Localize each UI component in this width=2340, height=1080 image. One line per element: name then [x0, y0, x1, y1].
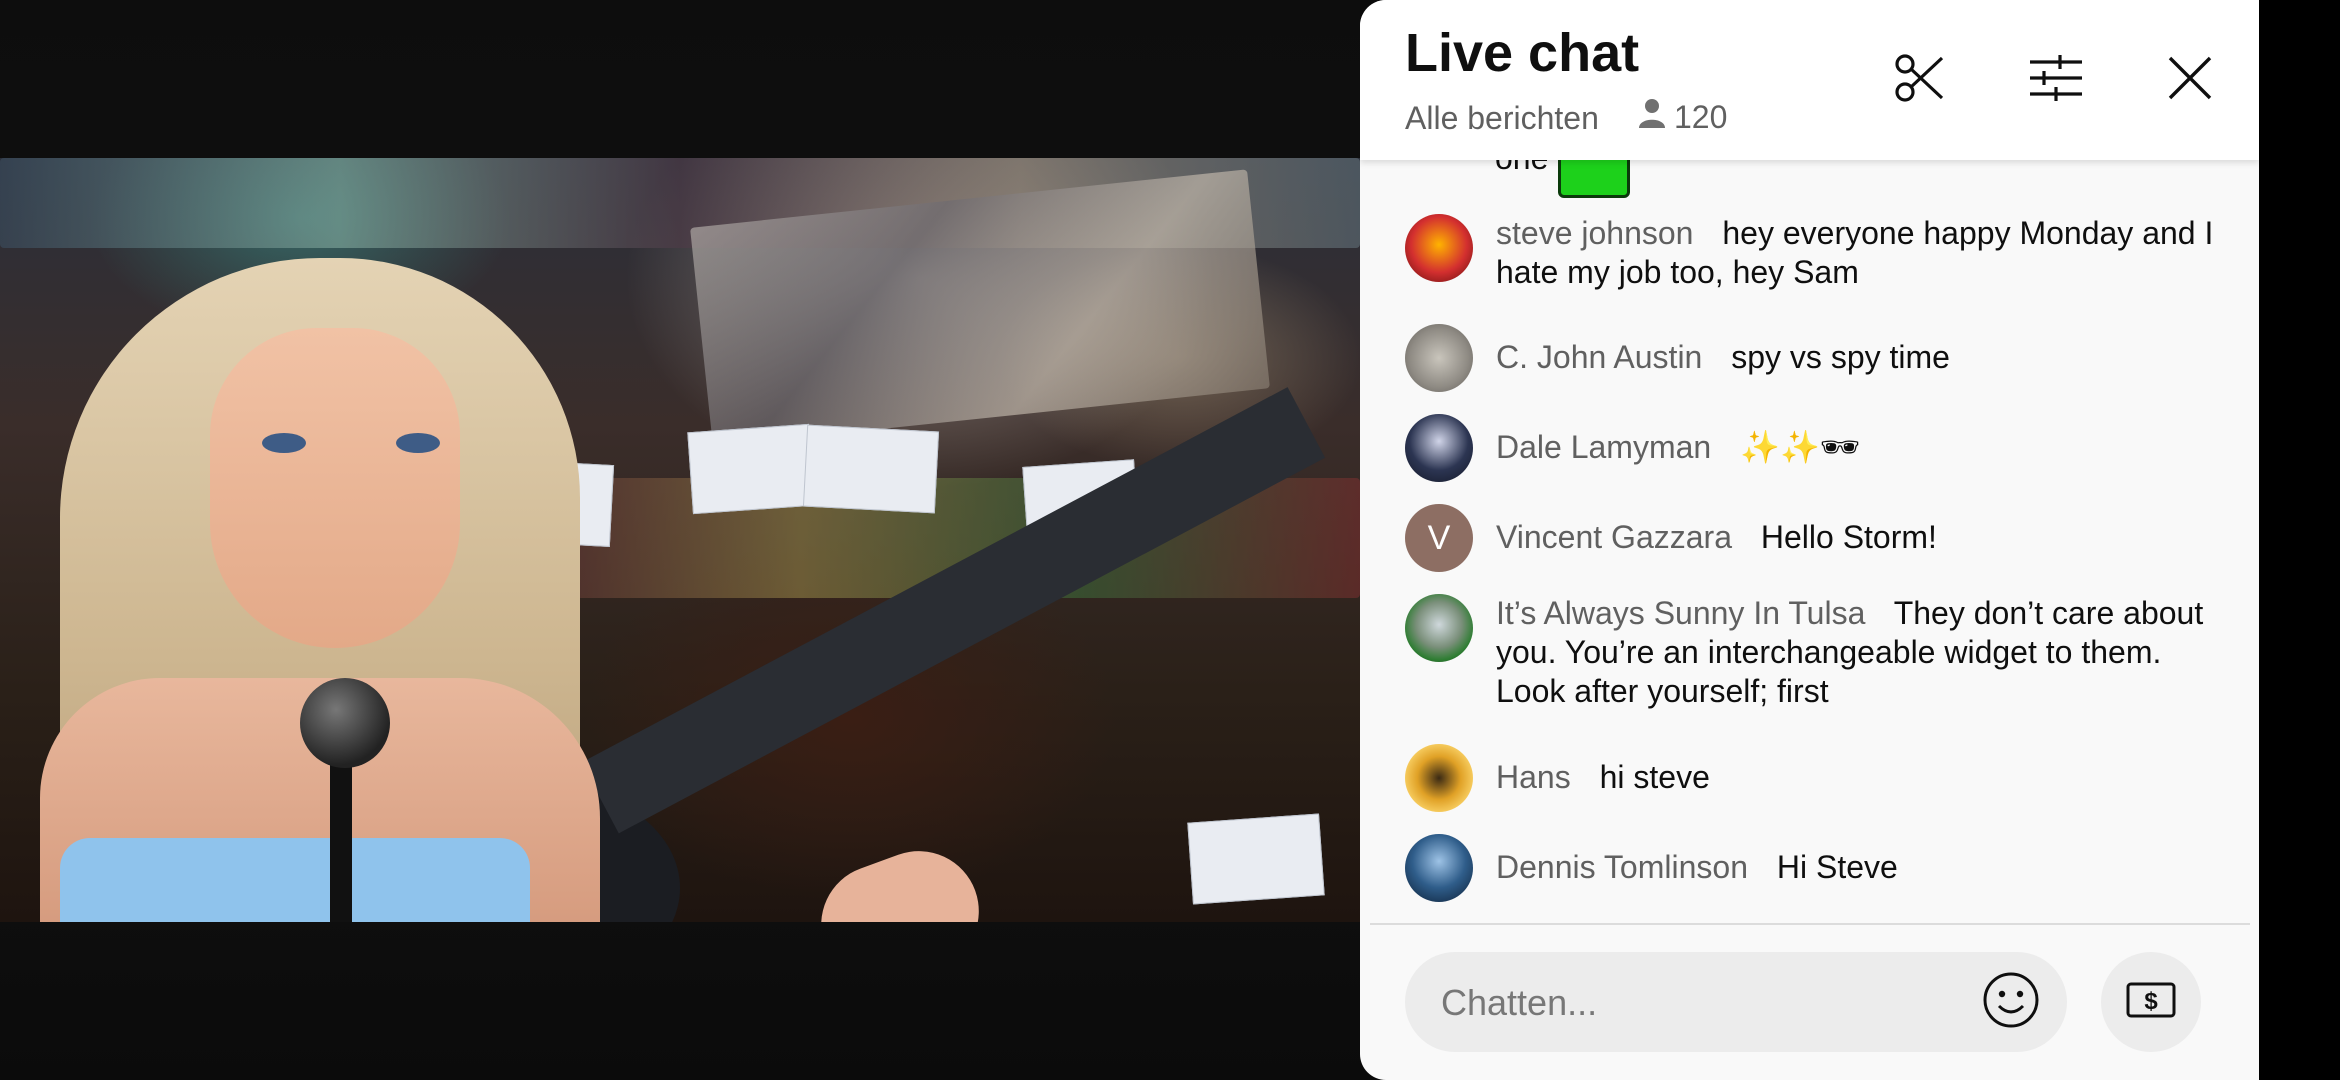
super-chat-button[interactable]: $: [2101, 952, 2201, 1052]
emoji-button[interactable]: [1981, 972, 2041, 1032]
chat-message: Dennis Tomlinson Hi Steve: [1405, 834, 2225, 902]
live-chat-panel: Live chat Alle berichten 120 one steve j…: [1360, 0, 2259, 1080]
super-chat-dollar-icon: $: [2126, 982, 2176, 1023]
filter-sliders-icon: [2028, 53, 2084, 108]
scissors-icon: [1892, 50, 1948, 111]
chat-input-box[interactable]: [1405, 952, 2067, 1052]
message-author[interactable]: Hans: [1496, 759, 1571, 795]
chat-message: Hans hi steve: [1405, 744, 2225, 812]
message-author[interactable]: Vincent Gazzara: [1496, 519, 1732, 555]
input-divider: [1370, 923, 2250, 925]
message-author[interactable]: steve johnson: [1496, 215, 1693, 251]
avatar-letter: V: [1427, 518, 1451, 557]
message-text: hi steve: [1599, 759, 1710, 795]
performer-face: [210, 328, 460, 648]
avatar[interactable]: [1405, 834, 1473, 902]
message-author[interactable]: Dale Lamyman: [1496, 429, 1711, 465]
viewer-count-value: 120: [1674, 98, 1728, 135]
avatar[interactable]: [1405, 744, 1473, 812]
avatar[interactable]: [1405, 214, 1473, 282]
avatar[interactable]: [1405, 594, 1473, 662]
message-body: Dale Lamyman ✨✨🕶: [1496, 414, 2216, 482]
avatar[interactable]: [1405, 324, 1473, 392]
chat-header: Live chat Alle berichten 120: [1360, 0, 2259, 160]
close-icon: [2167, 55, 2213, 106]
message-text: Hi Steve: [1776, 849, 1898, 885]
message-body: Hans hi steve: [1496, 744, 2216, 812]
chat-message: Dale Lamyman ✨✨🕶: [1405, 414, 2225, 482]
chat-mode-selector[interactable]: Alle berichten: [1405, 100, 1599, 137]
performer-eye: [396, 433, 440, 453]
svg-text:$: $: [2144, 988, 2158, 1015]
message-text: ✨✨🕶: [1740, 429, 1861, 465]
avatar[interactable]: [1405, 414, 1473, 482]
chat-message: It’s Always Sunny In Tulsa They don’t ca…: [1405, 594, 2225, 711]
chat-message: steve johnson hey everyone happy Monday …: [1405, 214, 2225, 292]
viewer-count: 120: [1638, 98, 1727, 136]
screen-edge: [2259, 0, 2340, 1080]
chat-message: C. John Austin spy vs spy time: [1405, 324, 2225, 392]
message-body: steve johnson hey everyone happy Monday …: [1496, 214, 2216, 292]
chat-message-list[interactable]: one steve johnson hey everyone happy Mon…: [1360, 150, 2259, 920]
chat-message: V Vincent Gazzara Hello Storm!: [1405, 504, 2225, 572]
performer-eye: [262, 433, 306, 453]
decor-note: [802, 424, 940, 514]
decor-note: [687, 423, 815, 515]
person-icon: [1638, 98, 1666, 136]
message-author[interactable]: C. John Austin: [1496, 339, 1702, 375]
close-chat-button[interactable]: [2160, 50, 2220, 110]
performer-hand: [804, 834, 996, 922]
avatar[interactable]: V: [1405, 504, 1473, 572]
chat-input[interactable]: [1439, 972, 1963, 1034]
video-player[interactable]: [0, 0, 1360, 1080]
microphone: [300, 678, 390, 768]
clip-button[interactable]: [1890, 50, 1950, 110]
message-text: Hello Storm!: [1760, 519, 1937, 555]
message-body: C. John Austin spy vs spy time: [1496, 324, 2216, 392]
message-body: Vincent Gazzara Hello Storm!: [1496, 504, 2216, 572]
performer-dress: [60, 838, 530, 922]
decor-note: [1187, 813, 1325, 905]
message-text: spy vs spy time: [1731, 339, 1950, 375]
emoji-icon: [1982, 971, 2040, 1034]
message-author[interactable]: It’s Always Sunny In Tulsa: [1496, 595, 1865, 631]
chat-settings-button[interactable]: [2026, 50, 2086, 110]
chat-title: Live chat: [1405, 23, 1640, 83]
message-author[interactable]: Dennis Tomlinson: [1496, 849, 1748, 885]
message-body: Dennis Tomlinson Hi Steve: [1496, 834, 2216, 902]
message-body: It’s Always Sunny In Tulsa They don’t ca…: [1496, 594, 2216, 711]
video-frame[interactable]: [0, 158, 1360, 922]
